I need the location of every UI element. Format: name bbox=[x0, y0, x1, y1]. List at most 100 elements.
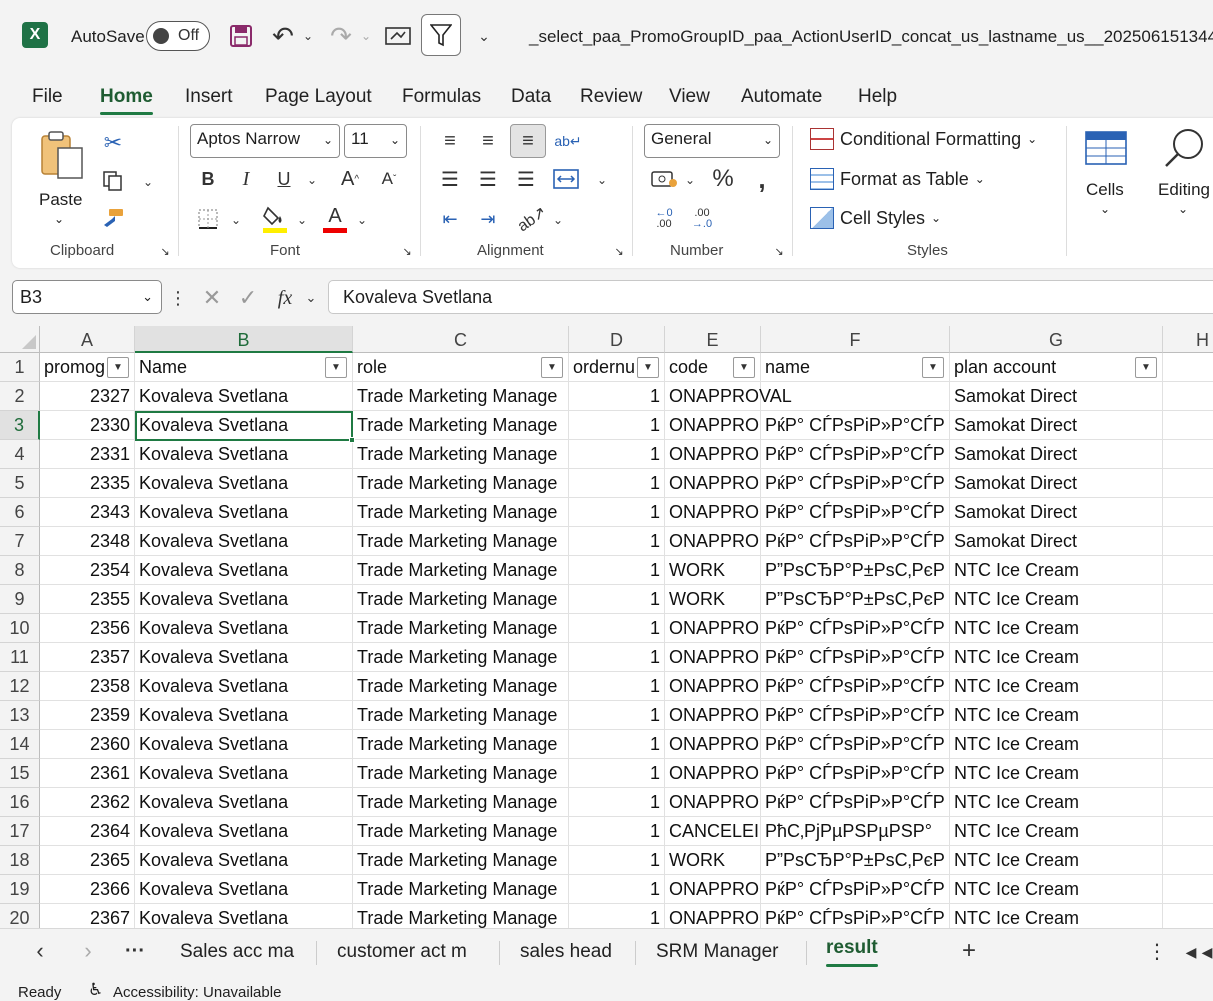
table-cell[interactable]: Kovaleva Svetlana bbox=[135, 498, 353, 527]
chevron-left-icon[interactable]: ‹ bbox=[28, 937, 52, 965]
table-cell[interactable]: PќP° CЃPsPiP»P°CЃP bbox=[761, 788, 950, 817]
filter-dropdown-icon[interactable]: ▼ bbox=[325, 357, 347, 378]
table-cell[interactable]: 2330 bbox=[40, 411, 135, 440]
font-color-icon[interactable]: A bbox=[320, 202, 350, 236]
bold-icon[interactable]: B bbox=[194, 164, 222, 194]
row-header[interactable]: 11 bbox=[0, 643, 40, 672]
decrease-decimal-icon[interactable]: .00 →.0 bbox=[686, 204, 718, 234]
name-box[interactable]: B3 ⌄ bbox=[12, 280, 162, 314]
table-cell[interactable]: CANCELEI bbox=[665, 817, 761, 846]
accessibility-icon[interactable]: ♿ bbox=[88, 980, 103, 1000]
column-header-f[interactable]: F bbox=[761, 326, 950, 353]
table-cell[interactable]: ONAPPRO bbox=[665, 440, 761, 469]
table-cell[interactable]: 2359 bbox=[40, 701, 135, 730]
header-cell[interactable]: name ▼ bbox=[761, 353, 950, 382]
spreadsheet-grid[interactable]: ABCDEFGH 1 promog ▼ Name ▼ role ▼ ordernu ▼ code ▼… bbox=[0, 326, 1213, 928]
orientation-icon[interactable]: ab↗ bbox=[510, 198, 553, 241]
table-cell[interactable]: PќP° CЃPsPiP»P°CЃP bbox=[761, 527, 950, 556]
font-size-dropdown[interactable]: 11 ⌄ bbox=[344, 124, 407, 158]
select-all-corner[interactable] bbox=[0, 326, 40, 353]
table-cell[interactable] bbox=[1163, 498, 1213, 527]
table-cell[interactable]: Kovaleva Svetlana bbox=[135, 585, 353, 614]
table-cell[interactable]: 2355 bbox=[40, 585, 135, 614]
column-header-h[interactable]: H bbox=[1163, 326, 1213, 353]
column-header-b[interactable]: B bbox=[135, 326, 353, 353]
table-cell[interactable]: NTC Ice Cream bbox=[950, 759, 1163, 788]
table-cell[interactable]: Trade Marketing Manage bbox=[353, 846, 569, 875]
number-launcher-icon[interactable]: ↘ bbox=[772, 244, 786, 258]
filter-dropdown-icon[interactable]: ▼ bbox=[922, 357, 944, 378]
table-cell[interactable]: 2354 bbox=[40, 556, 135, 585]
increase-font-size-icon[interactable]: A ^ bbox=[334, 164, 366, 194]
table-cell[interactable]: ONAPPRO bbox=[665, 904, 761, 928]
menu-home[interactable]: Home bbox=[100, 86, 153, 115]
row-header[interactable]: 2 bbox=[0, 382, 40, 411]
table-cell[interactable]: NTC Ice Cream bbox=[950, 875, 1163, 904]
table-cell[interactable]: WORK bbox=[665, 846, 761, 875]
table-cell[interactable]: Kovaleva Svetlana bbox=[135, 759, 353, 788]
table-cell[interactable]: Trade Marketing Manage bbox=[353, 498, 569, 527]
table-cell[interactable] bbox=[1163, 643, 1213, 672]
row-header[interactable]: 10 bbox=[0, 614, 40, 643]
column-header-e[interactable]: E bbox=[665, 326, 761, 353]
sheet-tab-sales-head[interactable]: sales head bbox=[520, 941, 612, 963]
table-cell[interactable]: Trade Marketing Manage bbox=[353, 440, 569, 469]
table-cell[interactable] bbox=[1163, 585, 1213, 614]
accounting-format-icon[interactable] bbox=[648, 164, 680, 194]
header-cell[interactable]: Name ▼ bbox=[135, 353, 353, 382]
fill-color-dropdown-icon[interactable]: ⌄ bbox=[294, 210, 310, 230]
align-middle-icon[interactable]: ≡ bbox=[472, 126, 504, 156]
undo-icon[interactable]: ↶ bbox=[266, 20, 300, 52]
row-header[interactable]: 5 bbox=[0, 469, 40, 498]
table-cell[interactable]: Samokat Direct bbox=[950, 411, 1163, 440]
table-cell[interactable]: PќP° CЃPsPiP»P°CЃP bbox=[761, 672, 950, 701]
table-cell[interactable]: ONAPPRO bbox=[665, 875, 761, 904]
number-format-dropdown[interactable]: General ⌄ bbox=[644, 124, 780, 158]
table-cell[interactable]: 1 bbox=[569, 730, 665, 759]
table-cell[interactable]: 2364 bbox=[40, 817, 135, 846]
header-cell[interactable]: plan account ▼ bbox=[950, 353, 1163, 382]
table-cell[interactable]: 2366 bbox=[40, 875, 135, 904]
table-cell[interactable]: PќP° CЃPsPiP»P°CЃP bbox=[761, 643, 950, 672]
table-cell[interactable] bbox=[1163, 411, 1213, 440]
conditional-formatting-button[interactable]: Conditional Formatting ⌄ bbox=[810, 128, 1037, 150]
table-cell[interactable]: 1 bbox=[569, 643, 665, 672]
table-cell[interactable] bbox=[1163, 817, 1213, 846]
table-cell[interactable]: PќP° CЃPsPiP»P°CЃP bbox=[761, 701, 950, 730]
align-left-icon[interactable]: ☰ bbox=[434, 164, 466, 194]
table-cell[interactable]: ONAPPROVAL bbox=[665, 382, 792, 411]
autosave-toggle[interactable]: Off bbox=[146, 21, 210, 51]
table-cell[interactable]: ONAPPRO bbox=[665, 469, 761, 498]
row-header[interactable]: 20 bbox=[0, 904, 40, 928]
fill-color-icon[interactable] bbox=[260, 202, 290, 236]
row-header[interactable]: 8 bbox=[0, 556, 40, 585]
table-cell[interactable]: PќP° CЃPsPiP»P°CЃP bbox=[761, 440, 950, 469]
table-cell[interactable]: NTC Ice Cream bbox=[950, 614, 1163, 643]
table-cell[interactable]: Kovaleva Svetlana bbox=[135, 875, 353, 904]
table-cell[interactable]: 1 bbox=[569, 498, 665, 527]
formula-input[interactable]: Kovaleva Svetlana bbox=[328, 280, 1213, 314]
table-cell[interactable]: 1 bbox=[569, 614, 665, 643]
table-cell[interactable] bbox=[1163, 382, 1213, 411]
table-cell[interactable]: Trade Marketing Manage bbox=[353, 788, 569, 817]
column-header-a[interactable]: A bbox=[40, 326, 135, 353]
add-sheet-icon[interactable]: + bbox=[955, 937, 983, 965]
menu-view[interactable]: View bbox=[669, 86, 710, 108]
filter-icon[interactable] bbox=[421, 14, 461, 56]
row-header[interactable]: 17 bbox=[0, 817, 40, 846]
table-cell[interactable]: 1 bbox=[569, 875, 665, 904]
table-cell[interactable]: Trade Marketing Manage bbox=[353, 904, 569, 928]
header-cell[interactable]: promog ▼ bbox=[40, 353, 135, 382]
row-header[interactable]: 4 bbox=[0, 440, 40, 469]
table-cell[interactable]: PќP° CЃPsPiP»P°CЃP bbox=[761, 730, 950, 759]
tab-options-icon[interactable]: ⋮ bbox=[1147, 937, 1167, 965]
column-header-g[interactable]: G bbox=[950, 326, 1163, 353]
formula-bar-expand-icon[interactable]: ⌄ bbox=[302, 286, 320, 310]
font-name-dropdown[interactable]: Aptos Narrow ⌄ bbox=[190, 124, 340, 158]
table-cell[interactable]: Kovaleva Svetlana bbox=[135, 527, 353, 556]
save-icon[interactable] bbox=[226, 20, 256, 52]
align-center-icon[interactable]: ☰ bbox=[472, 164, 504, 194]
table-cell[interactable]: NTC Ice Cream bbox=[950, 788, 1163, 817]
table-cell[interactable]: 2362 bbox=[40, 788, 135, 817]
percent-style-icon[interactable]: % bbox=[706, 164, 740, 194]
